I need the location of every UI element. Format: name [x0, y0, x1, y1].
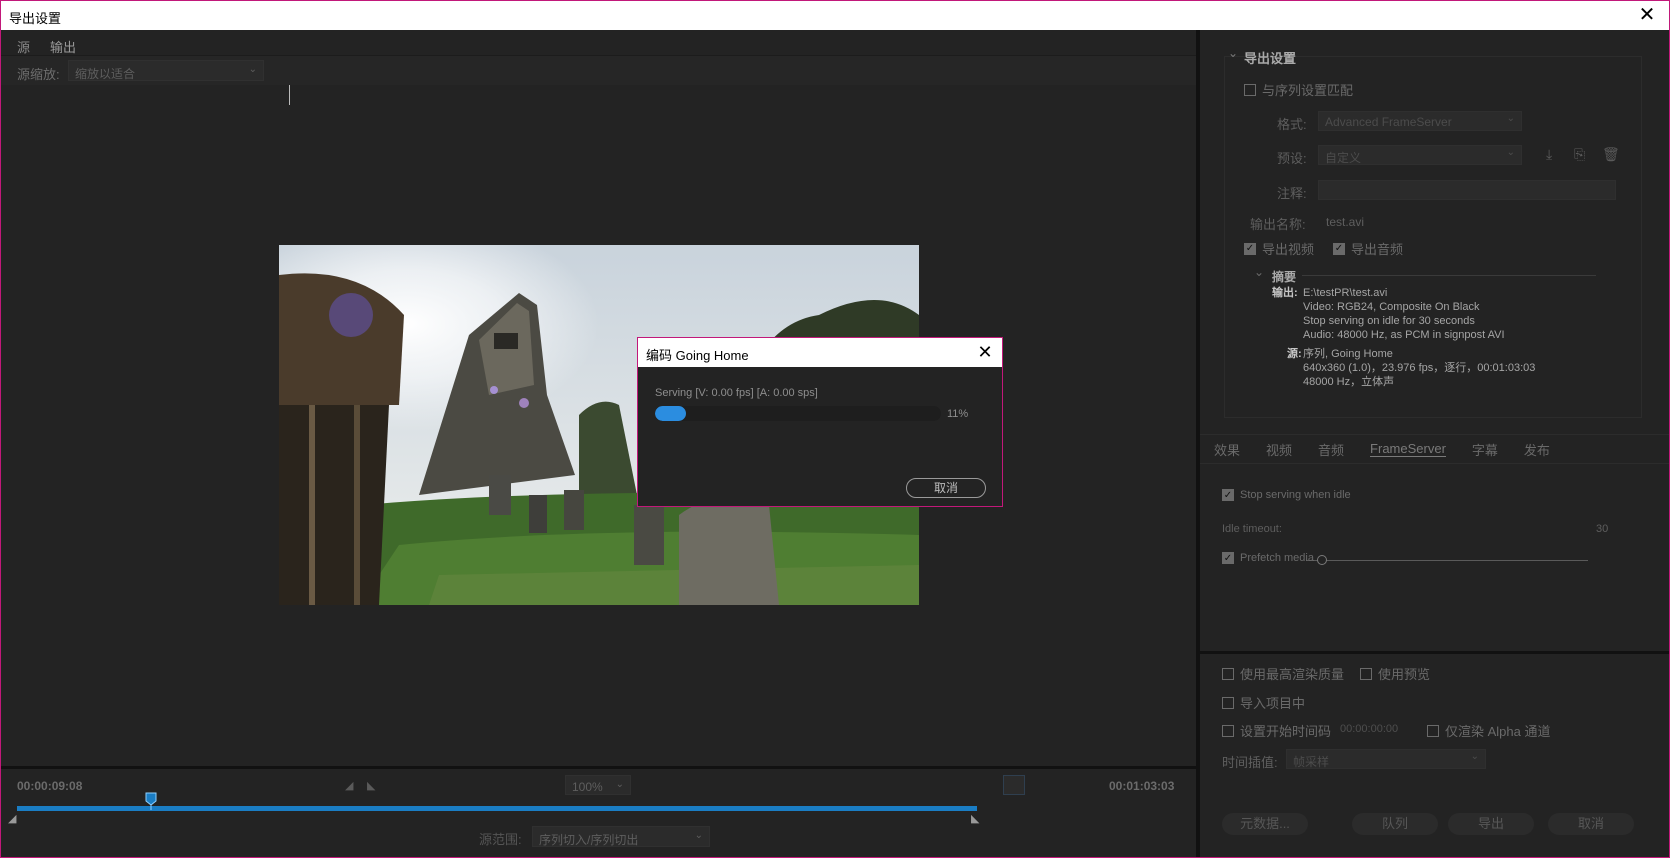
encoding-progress-fill	[655, 406, 687, 421]
encoding-progress-bar	[655, 406, 941, 421]
dialog-close-icon[interactable]: ✕	[974, 340, 996, 364]
window-title-bar: 导出设置 ✕	[0, 0, 1670, 30]
encoding-progress-percent: 11%	[947, 408, 969, 420]
window-title: 导出设置	[9, 11, 62, 26]
encoding-dialog: 编码 Going Home ✕ Serving [V: 0.00 fps] [A…	[637, 337, 1003, 507]
dialog-title-bar: 编码 Going Home ✕	[638, 338, 1002, 367]
dialog-cancel-button[interactable]: 取消	[906, 478, 986, 498]
serving-status: Serving [V: 0.00 fps] [A: 0.00 sps]	[655, 387, 818, 399]
dialog-title: 编码 Going Home	[646, 348, 749, 363]
window-close-icon[interactable]: ✕	[1635, 3, 1659, 27]
